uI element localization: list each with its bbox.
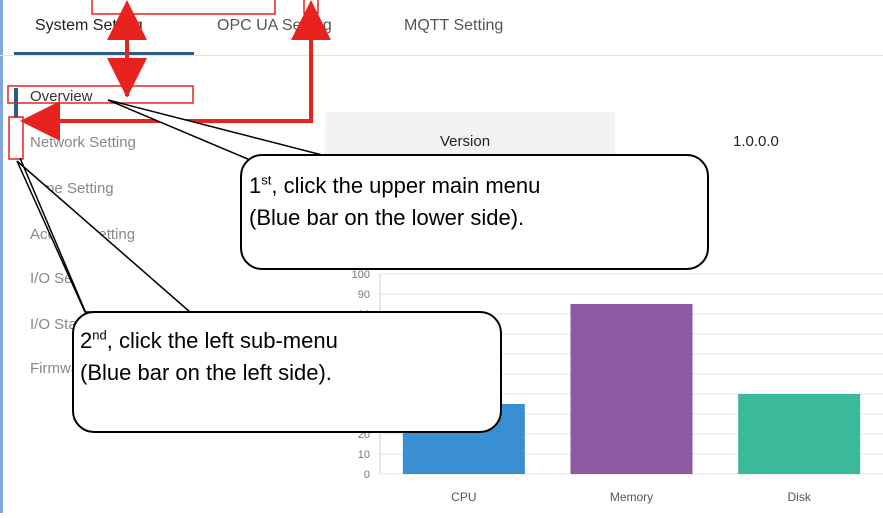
callout-1-ordinal: st [261,172,272,188]
callout-second-step: 2nd, click the left sub-menu (Blue bar o… [72,311,502,433]
x-tick-label: Memory [610,490,653,504]
version-label: Version [440,133,491,150]
tab-system-setting[interactable]: System Setting [35,17,143,35]
x-tick-label: CPU [451,490,476,504]
tab-mqtt-setting[interactable]: MQTT Setting [404,17,503,35]
tab-opc-ua-setting[interactable]: OPC UA Setting [217,17,332,35]
callout-1-line2: (Blue bar on the lower side). [249,205,525,230]
y-tick-label: 90 [358,289,370,301]
callout-1-tail [107,99,331,161]
main-menu-tabs: System Setting OPC UA Setting MQTT Setti… [0,0,883,56]
sidebar-item-network-setting[interactable]: Network Setting [30,134,136,151]
y-tick-label: 0 [364,469,370,481]
callout-2-line1: , click the left sub-menu [106,328,338,353]
x-tick-label: Disk [787,490,811,504]
sidebar-item-account-setting[interactable]: Account Setting [30,226,135,243]
version-value: 1.0.0.0 [733,133,779,150]
tab-divider [0,55,883,56]
bar-disk [738,394,861,474]
window-left-border [0,0,3,513]
bar-memory [570,304,693,474]
callout-1-line1: , click the upper main menu [271,173,541,198]
sidebar-indicator-highlight-box [8,116,24,160]
sidebar-item-overview[interactable]: Overview [30,88,93,105]
callout-2-number: 2 [80,328,93,353]
active-submenu-indicator [14,88,18,118]
callout-2-ordinal: nd [92,327,107,343]
sidebar-item-time-setting[interactable]: Time Setting [30,180,114,197]
callout-first-step: 1st, click the upper main menu (Blue bar… [240,154,709,270]
sidebar-item-io-setting[interactable]: I/O Setting [30,270,101,287]
y-tick-label: 10 [358,449,370,461]
callout-2-line2: (Blue bar on the left side). [80,360,332,385]
callout-1-number: 1 [249,173,262,198]
y-tick-label: 100 [352,269,370,281]
